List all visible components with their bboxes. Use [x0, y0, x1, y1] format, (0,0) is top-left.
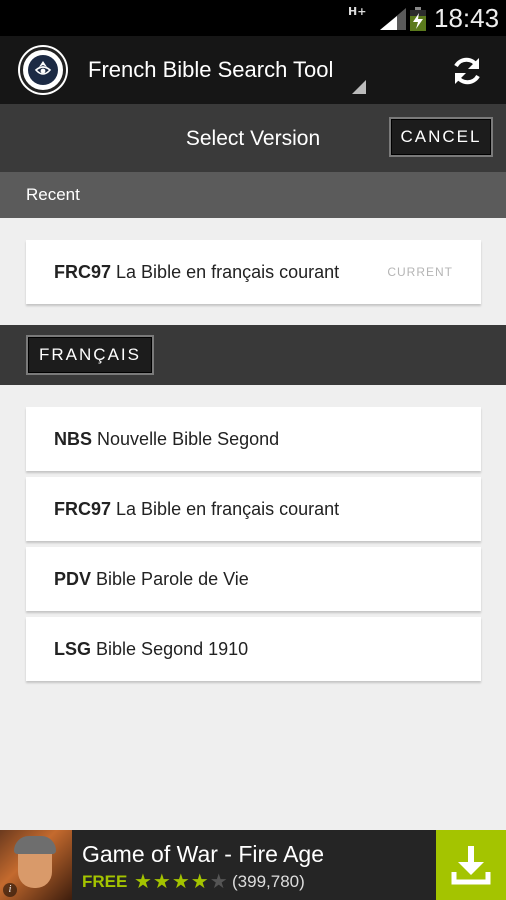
version-item-pdv[interactable]: PDV Bible Parole de Vie [26, 547, 481, 611]
current-badge: CURRENT [387, 265, 453, 279]
version-code: LSG [54, 639, 92, 659]
cancel-button[interactable]: CANCEL [389, 117, 493, 157]
version-code: PDV [54, 569, 92, 589]
version-code: NBS [54, 429, 93, 449]
battery-charging-icon [410, 7, 426, 31]
version-label: FRC97 La Bible en français courant [54, 240, 339, 304]
ad-banner[interactable]: i Game of War - Fire Age FREE ★★★★★ (399… [0, 830, 506, 900]
version-label: FRC97 La Bible en français courant [54, 477, 339, 541]
app-logo-icon[interactable] [20, 47, 66, 93]
version-item-frc97[interactable]: FRC97 La Bible en français courant [26, 477, 481, 541]
version-name: La Bible en français courant [116, 262, 340, 282]
ad-rating-stars: ★★★★★ [134, 869, 229, 893]
version-item-lsg[interactable]: LSG Bible Segond 1910 [26, 617, 481, 681]
status-bar: H+ 18:43 [0, 0, 506, 36]
ad-title[interactable]: Game of War - Fire Age [82, 841, 324, 867]
recent-version-item[interactable]: FRC97 La Bible en français courant CURRE… [26, 240, 481, 304]
action-bar: French Bible Search Tool [0, 36, 506, 104]
clock: 18:43 [434, 3, 500, 33]
app-title[interactable]: French Bible Search Tool [88, 56, 333, 84]
download-icon [451, 846, 491, 885]
version-label: PDV Bible Parole de Vie [54, 547, 249, 611]
spinner-dropdown-indicator[interactable] [352, 80, 366, 94]
version-name: La Bible en français courant [116, 499, 340, 519]
version-code: FRC97 [54, 499, 112, 519]
recent-section-header: Recent [0, 172, 506, 218]
ad-price: FREE [82, 872, 128, 891]
signal-icon [380, 8, 406, 30]
recent-header-label: Recent [26, 185, 80, 204]
version-label: LSG Bible Segond 1910 [54, 617, 248, 681]
version-name: Nouvelle Bible Segond [97, 429, 280, 449]
ad-review-count: (399,780) [232, 872, 305, 891]
version-name: Bible Parole de Vie [96, 569, 249, 589]
language-button-francais[interactable]: FRANÇAIS [26, 335, 154, 375]
network-type: H+ [348, 5, 367, 18]
version-code: FRC97 [54, 262, 112, 282]
refresh-icon[interactable] [448, 52, 486, 90]
version-label: NBS Nouvelle Bible Segond [54, 407, 279, 471]
ad-game-thumbnail[interactable]: i [0, 830, 72, 900]
version-item-nbs[interactable]: NBS Nouvelle Bible Segond [26, 407, 481, 471]
ad-info-icon[interactable]: i [3, 883, 17, 897]
version-name: Bible Segond 1910 [96, 639, 249, 659]
download-button[interactable] [436, 830, 506, 900]
